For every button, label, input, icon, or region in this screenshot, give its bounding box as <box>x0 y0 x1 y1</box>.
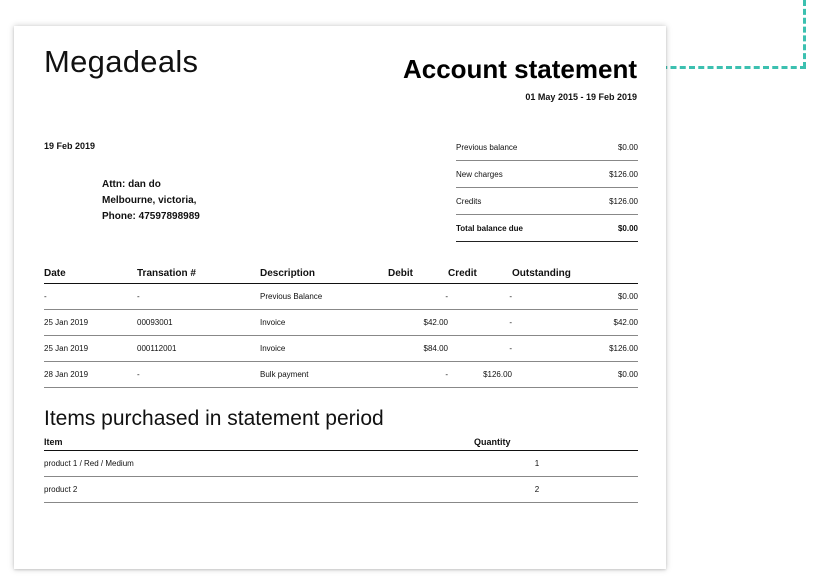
cell-outstanding: $0.00 <box>512 361 638 388</box>
balance-summary: Previous balance $0.00 New charges $126.… <box>456 134 638 242</box>
summary-row-previous-balance: Previous balance $0.00 <box>456 134 638 161</box>
transactions-table: Date Transation # Description Debit Cred… <box>44 263 638 388</box>
transactions-header-row: Date Transation # Description Debit Cred… <box>44 263 638 284</box>
summary-label: Credits <box>456 196 482 206</box>
cell-date: 28 Jan 2019 <box>44 361 137 388</box>
col-header-transaction: Transation # <box>137 263 260 284</box>
table-row: - - Previous Balance - - $0.00 <box>44 283 638 310</box>
callout-connector-vertical <box>803 0 806 68</box>
table-row: 25 Jan 2019 00093001 Invoice $42.00 - $4… <box>44 309 638 336</box>
cell-debit: - <box>388 283 448 310</box>
cell-transaction: 000112001 <box>137 335 260 362</box>
col-header-item: Item <box>44 433 474 451</box>
cell-date: 25 Jan 2019 <box>44 309 137 336</box>
cell-spacer <box>600 450 638 477</box>
table-row: product 2 2 <box>44 476 638 503</box>
cell-credit: - <box>448 335 512 362</box>
col-header-quantity: Quantity <box>474 433 600 451</box>
cell-description: Invoice <box>260 309 388 336</box>
cell-spacer <box>600 476 638 503</box>
cell-item: product 2 <box>44 476 474 503</box>
table-row: 25 Jan 2019 000112001 Invoice $84.00 - $… <box>44 335 638 362</box>
statement-date: 19 Feb 2019 <box>44 141 96 151</box>
cell-description: Previous Balance <box>260 283 388 310</box>
cell-description: Bulk payment <box>260 361 388 388</box>
cell-transaction: - <box>137 361 260 388</box>
summary-row-total-due: Total balance due $0.00 <box>456 215 638 242</box>
cell-credit: - <box>448 283 512 310</box>
document-title: Account statement <box>402 54 637 84</box>
cell-debit: $42.00 <box>388 309 448 336</box>
summary-value: $126.00 <box>609 196 638 206</box>
cell-outstanding: $0.00 <box>512 283 638 310</box>
summary-label: Total balance due <box>456 223 523 233</box>
cell-quantity: 2 <box>474 476 600 503</box>
summary-row-credits: Credits $126.00 <box>456 188 638 215</box>
table-row: product 1 / Red / Medium 1 <box>44 450 638 477</box>
statement-period: 01 May 2015 - 19 Feb 2019 <box>525 92 637 102</box>
cell-transaction: 00093001 <box>137 309 260 336</box>
cell-item: product 1 / Red / Medium <box>44 450 474 477</box>
col-header-credit: Credit <box>448 263 512 284</box>
cell-date: - <box>44 283 137 310</box>
address-city: Melbourne, victoria, <box>102 195 197 206</box>
cell-transaction: - <box>137 283 260 310</box>
col-header-outstanding: Outstanding <box>512 263 638 284</box>
col-header-description: Description <box>260 263 388 284</box>
summary-value: $126.00 <box>609 169 638 179</box>
col-header-date: Date <box>44 263 137 284</box>
address-attn: Attn: dan do <box>102 179 161 190</box>
address-phone: Phone: 47597898989 <box>102 211 200 222</box>
company-name: Megadeals <box>44 44 199 79</box>
table-row: 28 Jan 2019 - Bulk payment - $126.00 $0.… <box>44 361 638 388</box>
cell-credit: - <box>448 309 512 336</box>
cell-description: Invoice <box>260 335 388 362</box>
statement-sheet: Megadeals Account statement 01 May 2015 … <box>14 26 666 569</box>
summary-label: Previous balance <box>456 142 518 152</box>
cell-credit: $126.00 <box>448 361 512 388</box>
cell-outstanding: $42.00 <box>512 309 638 336</box>
col-header-debit: Debit <box>388 263 448 284</box>
col-header-spacer <box>600 433 638 451</box>
cell-date: 25 Jan 2019 <box>44 335 137 362</box>
items-table: Item Quantity product 1 / Red / Medium 1… <box>44 433 638 503</box>
summary-value: $0.00 <box>617 223 638 233</box>
cell-outstanding: $126.00 <box>512 335 638 362</box>
items-section-title: Items purchased in statement period <box>44 407 384 430</box>
items-header-row: Item Quantity <box>44 433 638 451</box>
cell-debit: $84.00 <box>388 335 448 362</box>
summary-value: $0.00 <box>617 142 638 152</box>
cell-debit: - <box>388 361 448 388</box>
customer-address: Attn: dan do Melbourne, victoria, Phone:… <box>102 177 200 225</box>
summary-row-new-charges: New charges $126.00 <box>456 161 638 188</box>
cell-quantity: 1 <box>474 450 600 477</box>
summary-label: New charges <box>456 169 503 179</box>
callout-connector-horizontal <box>652 66 806 69</box>
